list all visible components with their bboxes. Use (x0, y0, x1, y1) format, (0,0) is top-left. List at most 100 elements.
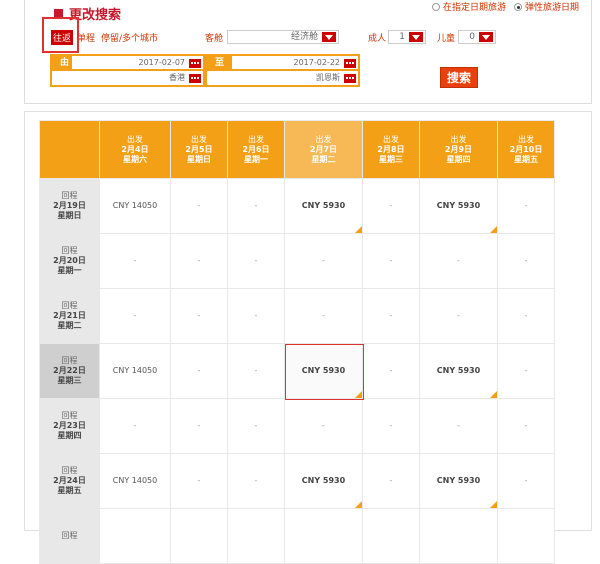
price-cell[interactable]: CNY 5930 (419, 453, 498, 509)
price-value: - (524, 366, 528, 375)
children-select[interactable]: 0 (458, 30, 496, 44)
price-value: CNY 14050 (112, 366, 158, 375)
price-value: CNY 5930 (436, 476, 481, 485)
calendar-icon[interactable] (189, 59, 201, 68)
return-row-header[interactable]: 回程 2月23日 星期四 (39, 398, 100, 454)
adults-select[interactable]: 1 (388, 30, 426, 44)
return-weekday: 星期一 (57, 266, 82, 275)
depart-column-header[interactable]: 出发 2月4日 星期六 (99, 120, 171, 179)
return-row-header[interactable]: 回程 2月20日 星期一 (39, 233, 100, 289)
depart-weekday: 星期二 (311, 154, 336, 164)
radio-selected-icon[interactable] (514, 3, 522, 11)
return-row-header[interactable]: 回程 2月22日 星期三 (39, 343, 100, 399)
price-value: - (322, 421, 325, 430)
return-prefix: 回程 (61, 301, 78, 310)
price-cell[interactable]: CNY 14050 (99, 453, 171, 509)
price-cell[interactable]: CNY 5930 (419, 178, 498, 234)
depart-date: 2月6日 (242, 144, 270, 154)
price-value: CNY 14050 (112, 476, 158, 485)
price-cell: - (227, 178, 285, 234)
grid-corner (39, 120, 100, 179)
price-cell: - (497, 178, 555, 234)
mode-fixed-dates[interactable]: 在指定日期旅游 (432, 0, 506, 13)
return-weekday: 星期日 (57, 211, 82, 220)
price-value: CNY 14050 (112, 201, 158, 210)
return-prefix: 回程 (61, 531, 78, 540)
price-cell: - (227, 233, 285, 289)
depart-weekday: 星期三 (379, 154, 403, 164)
price-value: - (524, 311, 528, 320)
return-date: 2月23日 (53, 421, 86, 430)
cabin-select[interactable]: 经济舱 (227, 30, 339, 44)
price-cell: - (284, 288, 363, 344)
depart-column-header[interactable]: 出发 2月9日 星期四 (419, 120, 498, 179)
destination-field[interactable]: 凯恩斯 (207, 71, 358, 85)
depart-weekday: 星期六 (123, 154, 147, 164)
price-value: - (389, 476, 393, 485)
price-cell[interactable]: CNY 14050 (99, 178, 171, 234)
price-value: - (133, 421, 137, 430)
from-label: 由 (52, 56, 72, 70)
price-value: - (524, 421, 528, 430)
depart-column-header[interactable]: 出发 2月7日 星期二 (284, 120, 363, 179)
price-value: - (197, 201, 201, 210)
search-button[interactable]: 搜索 (440, 67, 478, 88)
price-cell[interactable]: CNY 5930 (284, 453, 363, 509)
price-cell (227, 508, 285, 564)
price-cell (419, 508, 498, 564)
price-value: CNY 5930 (436, 366, 481, 375)
return-prefix: 回程 (61, 466, 78, 475)
lowest-price-corner-icon (355, 501, 362, 508)
table-row: 回程 2月24日 星期五 CNY 14050 - - CNY 5930 - CNY 5930 - (39, 453, 555, 509)
price-cell: - (170, 453, 228, 509)
depart-date: 2月9日 (444, 144, 473, 154)
return-prefix: 回程 (61, 246, 78, 255)
lowest-price-corner-icon (490, 391, 497, 398)
depart-weekday: 星期日 (187, 154, 211, 164)
origin-field[interactable]: 香港 (52, 71, 203, 85)
price-value: - (322, 311, 325, 320)
price-value: - (524, 256, 528, 265)
price-value: - (197, 421, 201, 430)
price-cell[interactable]: CNY 14050 (99, 343, 171, 399)
price-value: - (133, 311, 137, 320)
price-value: - (254, 311, 258, 320)
depart-column-header[interactable]: 出发 2月5日 星期日 (170, 120, 228, 179)
return-prefix: 回程 (61, 191, 78, 200)
list-icon[interactable] (344, 74, 356, 83)
price-cell (497, 508, 555, 564)
price-cell: - (99, 398, 171, 454)
price-value: - (133, 256, 137, 265)
return-weekday: 星期三 (57, 376, 82, 385)
return-row-header[interactable]: 回程 2月19日 星期日 (39, 178, 100, 234)
return-weekday: 星期四 (57, 431, 82, 440)
depart-prefix: 出发 (191, 134, 207, 144)
price-cell: - (362, 288, 420, 344)
radio-icon[interactable] (432, 3, 440, 11)
depart-column-header[interactable]: 出发 2月10日 星期五 (497, 120, 555, 179)
calendar-icon[interactable] (344, 59, 356, 68)
depart-column-header[interactable]: 出发 2月6日 星期一 (227, 120, 285, 179)
depart-column-header[interactable]: 出发 2月8日 星期三 (362, 120, 420, 179)
depart-date-field[interactable]: 2017-02-07 (72, 56, 203, 70)
children-label: 儿童 (437, 34, 456, 44)
price-cell: - (497, 398, 555, 454)
depart-weekday: 星期四 (446, 154, 471, 164)
table-row: 回程 2月21日 星期二 - - - - - - - (39, 288, 555, 344)
return-row-header[interactable]: 回程 (39, 508, 100, 564)
return-row-header[interactable]: 回程 2月24日 星期五 (39, 453, 100, 509)
return-row-header[interactable]: 回程 2月21日 星期二 (39, 288, 100, 344)
return-date-field[interactable]: 2017-02-22 (232, 56, 358, 70)
return-date: 2月21日 (53, 311, 86, 320)
mode-flexible-dates[interactable]: 弹性旅游日期 (514, 0, 579, 13)
depart-prefix: 出发 (127, 134, 143, 144)
price-value: - (457, 311, 460, 320)
tab-multi-city[interactable]: 停留/多个城市 (99, 30, 160, 45)
price-value: - (457, 256, 460, 265)
price-cell[interactable]: CNY 5930 (284, 343, 363, 399)
list-icon[interactable] (189, 74, 201, 83)
price-value: - (389, 421, 393, 430)
price-cell[interactable]: CNY 5930 (419, 343, 498, 399)
price-cell[interactable]: CNY 5930 (284, 178, 363, 234)
table-row: 回程 (39, 508, 555, 564)
